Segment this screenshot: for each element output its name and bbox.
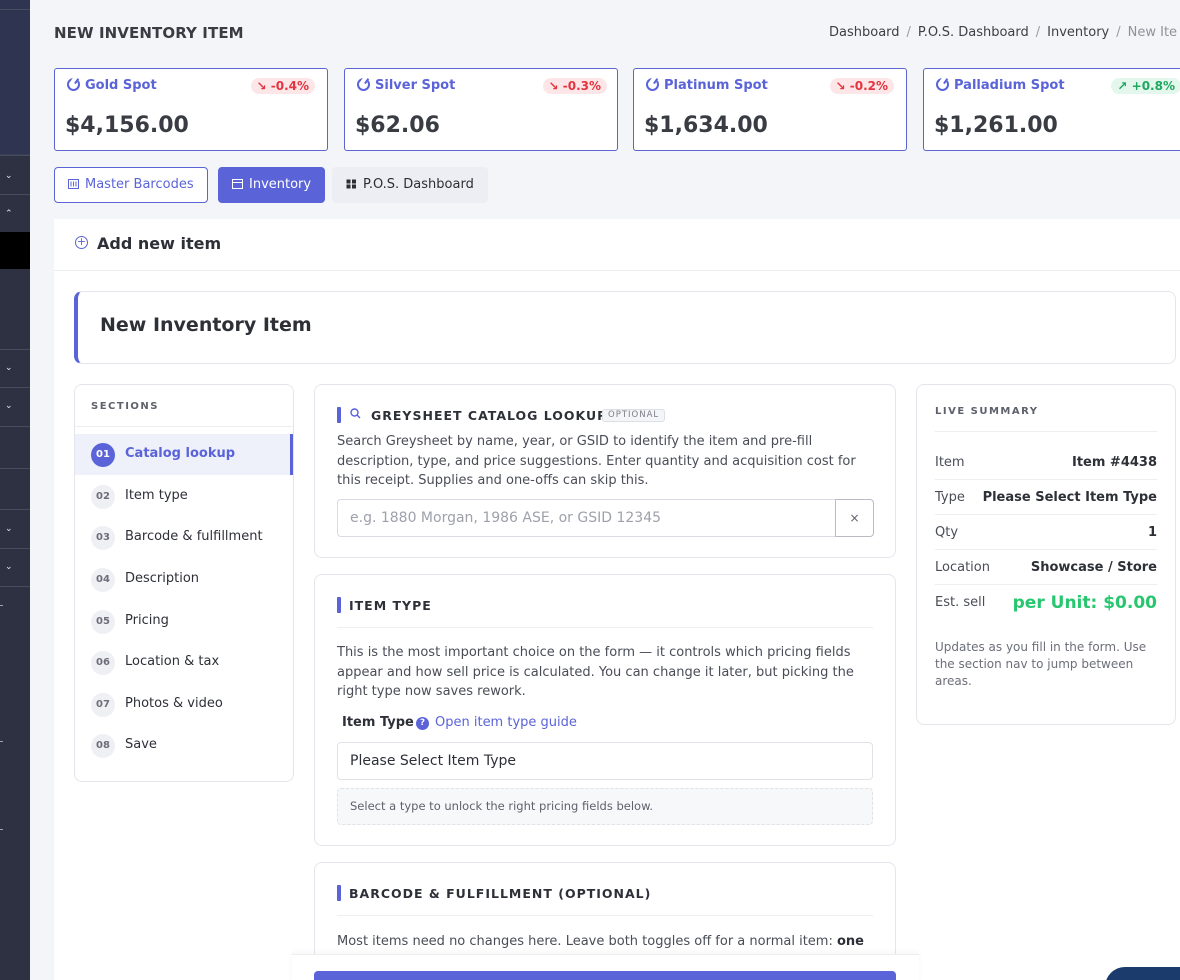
form-hero: New Inventory Item: [74, 291, 1176, 364]
breadcrumb-pos-dashboard[interactable]: P.O.S. Dashboard: [918, 25, 1029, 40]
spot-price: $4,156.00: [65, 113, 189, 138]
gauge-icon: [936, 78, 949, 91]
item-type-guide-link[interactable]: Open item type guide: [435, 715, 577, 730]
spot-price: $1,634.00: [644, 113, 768, 138]
plus-circle-icon: +: [75, 235, 88, 249]
spot-change-badge: ↗ +0.8%: [1111, 78, 1180, 94]
page-title: NEW INVENTORY ITEM: [54, 24, 244, 42]
save-item-button[interactable]: [314, 971, 896, 980]
inventory-button[interactable]: Inventory: [218, 167, 326, 203]
chevron-down-icon[interactable]: ⌄: [5, 400, 17, 412]
spot-price: $62.06: [355, 113, 440, 138]
spot-price: $1,261.00: [934, 113, 1058, 138]
pos-dashboard-button[interactable]: P.O.S. Dashboard: [332, 167, 488, 203]
barcode-fulfillment-title: BARCODE & FULFILLMENT (OPTIONAL): [349, 886, 652, 901]
breadcrumb-inventory[interactable]: Inventory: [1047, 25, 1109, 40]
add-item-label: Add new item: [97, 234, 222, 253]
dashboard-grid-icon: [346, 179, 356, 189]
chevron-down-icon[interactable]: ⌄: [5, 561, 17, 573]
master-barcodes-button[interactable]: Master Barcodes: [54, 167, 208, 203]
item-type-title: ITEM TYPE: [349, 598, 432, 613]
spot-card-gold: Gold Spot ↘ -0.4% $4,156.00: [54, 68, 328, 151]
section-item-catalog-lookup[interactable]: 01 Catalog lookup: [75, 434, 293, 475]
floating-action-button[interactable]: [1105, 967, 1180, 980]
live-summary-note: Updates as you fill in the form. Use the…: [935, 640, 1147, 688]
spot-change-badge: ↘ -0.2%: [829, 78, 894, 94]
barcode-fulfillment-description: Most items need no changes here. Leave b…: [337, 934, 864, 949]
archive-icon: [232, 179, 243, 189]
summary-row-est-sell: Est. sell per Unit: $0.00: [935, 593, 1157, 613]
sections-heading: SECTIONS: [91, 401, 159, 412]
item-type-hint: Select a type to unlock the right pricin…: [337, 788, 873, 825]
gauge-icon: [357, 78, 370, 91]
gauge-icon: [646, 78, 659, 91]
optional-badge: OPTIONAL: [602, 409, 666, 422]
spot-card-palladium: Palladium Spot ↗ +0.8% $1,261.00: [923, 68, 1180, 151]
item-type-card: ITEM TYPE This is the most important cho…: [314, 574, 896, 846]
spot-change-badge: ↘ -0.3%: [542, 78, 607, 94]
item-type-select[interactable]: Please Select Item Type: [337, 742, 873, 780]
form-title: New Inventory Item: [100, 314, 312, 336]
section-item-barcode[interactable]: 03 Barcode & fulfillment: [75, 517, 293, 558]
sections-nav: SECTIONS 01 Catalog lookup 02 Item type …: [74, 384, 294, 782]
summary-row-type: Type Please Select Item Type: [935, 480, 1157, 515]
add-item-header: + Add new item: [54, 219, 1180, 271]
section-item-location-tax[interactable]: 06 Location & tax: [75, 642, 293, 683]
spot-card-platinum: Platinum Spot ↘ -0.2% $1,634.00: [633, 68, 907, 151]
chevron-down-icon[interactable]: ⌄: [5, 170, 17, 182]
breadcrumb-dashboard[interactable]: Dashboard: [829, 25, 900, 40]
spot-name: Gold Spot: [85, 78, 157, 93]
sidebar-active-item[interactable]: [0, 232, 30, 269]
section-item-description[interactable]: 04 Description: [75, 559, 293, 600]
catalog-lookup-title: GREYSHEET CATALOG LOOKUP: [371, 408, 608, 423]
barcode-icon: [68, 179, 79, 189]
catalog-search-input[interactable]: [337, 499, 835, 537]
item-type-label: Item Type: [342, 715, 414, 730]
section-item-pricing[interactable]: 05 Pricing: [75, 601, 293, 642]
clear-search-button[interactable]: ×: [835, 499, 874, 537]
spot-name: Palladium Spot: [954, 78, 1065, 93]
spot-name: Platinum Spot: [664, 78, 768, 93]
spot-change-badge: ↘ -0.4%: [250, 78, 315, 94]
chevron-up-icon[interactable]: ⌃: [5, 208, 17, 220]
live-summary-heading: LIVE SUMMARY: [935, 406, 1039, 417]
item-type-description: This is the most important choice on the…: [337, 645, 854, 699]
section-item-item-type[interactable]: 02 Item type: [75, 476, 293, 517]
section-item-photos-video[interactable]: 07 Photos & video: [75, 684, 293, 725]
chevron-down-icon[interactable]: ⌄: [5, 523, 17, 535]
sidebar: ⌄ ⌃ ⌄ ⌄ ⌄ ⌄: [0, 0, 30, 980]
question-circle-icon[interactable]: ?: [416, 717, 429, 730]
chevron-down-icon[interactable]: ⌄: [5, 362, 17, 374]
search-icon: [350, 408, 361, 419]
catalog-lookup-description: Search Greysheet by name, year, or GSID …: [337, 434, 856, 488]
live-summary: LIVE SUMMARY Item Item #4438 Type Please S…: [916, 384, 1176, 725]
spot-card-silver: Silver Spot ↘ -0.3% $62.06: [344, 68, 618, 151]
sticky-action-bar: [292, 954, 919, 980]
sidebar-header: [0, 0, 30, 155]
summary-row-location: Location Showcase / Store: [935, 550, 1157, 585]
spot-name: Silver Spot: [375, 78, 456, 93]
gauge-icon: [67, 78, 80, 91]
section-item-save[interactable]: 08 Save: [75, 725, 293, 766]
summary-row-item: Item Item #4438: [935, 445, 1157, 480]
breadcrumb-current: New Ite: [1127, 25, 1178, 40]
breadcrumb: Dashboard / P.O.S. Dashboard / Inventory / New…: [829, 25, 1178, 40]
catalog-lookup-card: GREYSHEET CATALOG LOOKUP OPTIONAL Search…: [314, 384, 896, 558]
summary-row-qty: Qty 1: [935, 515, 1157, 550]
